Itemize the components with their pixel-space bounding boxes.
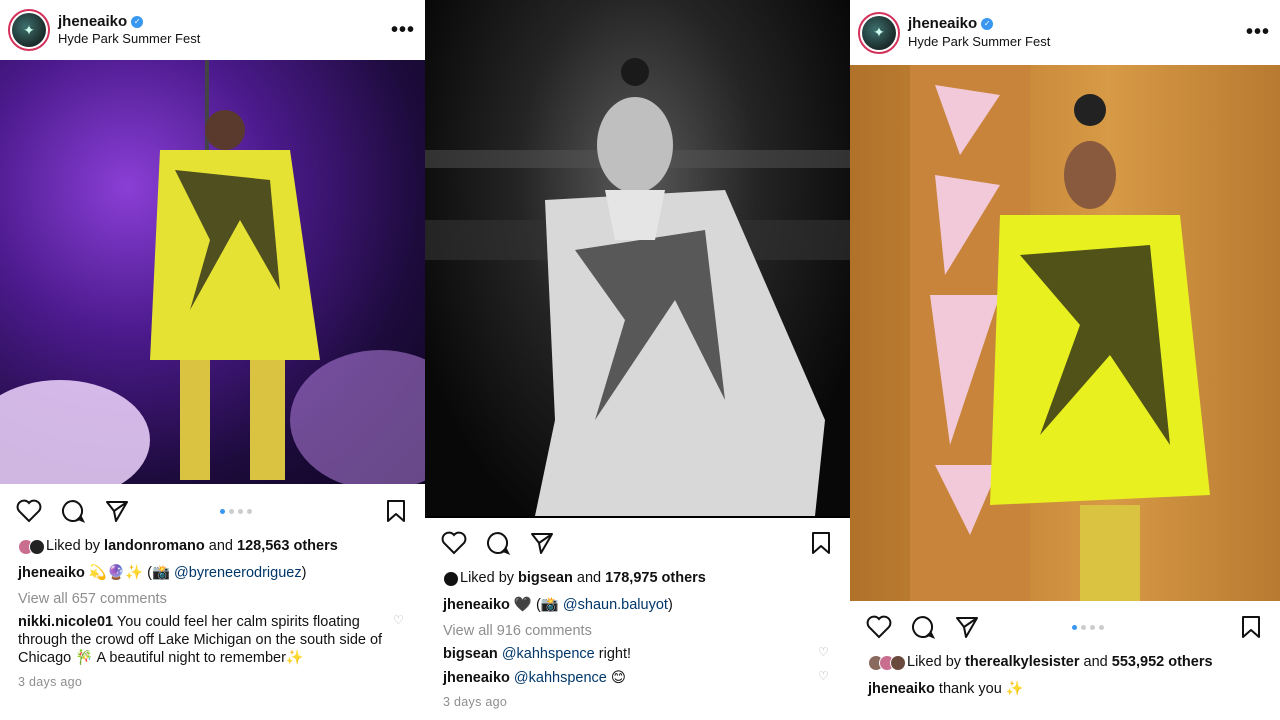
- others-count[interactable]: 178,975 others: [605, 570, 706, 586]
- liker-avatars: [868, 654, 906, 671]
- others-count[interactable]: 553,952 others: [1112, 654, 1213, 670]
- post-timestamp: 3 days ago: [443, 695, 508, 710]
- post-caption: jheneaiko 💫🔮✨ (📸 @byreneerodriguez): [18, 565, 307, 582]
- caption-mention[interactable]: @shaun.baluyot: [563, 597, 668, 613]
- carousel-dot: [1081, 624, 1086, 630]
- post-caption: jheneaiko 🖤 (📸 @shaun.baluyot): [443, 597, 673, 614]
- comment-mention[interactable]: @kahhspence: [514, 670, 607, 686]
- carousel-dot: [237, 508, 243, 514]
- star-icon: ✦: [862, 15, 896, 50]
- caption-mention[interactable]: @byreneerodriguez: [174, 565, 302, 581]
- post-photo[interactable]: [0, 60, 425, 484]
- more-options-button[interactable]: •••: [1246, 21, 1270, 44]
- post-info: Liked by landonromano and 128,563 others…: [0, 536, 425, 720]
- more-options-button[interactable]: •••: [391, 19, 415, 42]
- portrait-photo: [425, 58, 850, 516]
- comment-like-heart-icon[interactable]: ♡: [393, 613, 407, 628]
- comment-username[interactable]: nikki.nicole01: [18, 614, 113, 630]
- post-actions: [850, 602, 1280, 652]
- carousel-indicator: [148, 508, 323, 514]
- comment-text: right!: [598, 645, 632, 662]
- share-send-icon[interactable]: [954, 614, 980, 640]
- comment-item: bigsean @kahhspence right! ♡: [443, 645, 832, 663]
- comment-bubble-icon[interactable]: [60, 498, 86, 524]
- carousel-dot: [219, 508, 225, 514]
- carousel-dot: [228, 508, 234, 514]
- carousel-dot: [246, 508, 252, 514]
- caption-text: thank you ✨: [938, 681, 1024, 698]
- carousel-dot: [1072, 624, 1077, 630]
- bookmark-icon[interactable]: [383, 498, 409, 524]
- share-send-icon[interactable]: [104, 498, 130, 524]
- liker-username[interactable]: bigsean: [518, 570, 573, 586]
- location-link[interactable]: Hyde Park Summer Fest: [58, 31, 391, 47]
- comment-text: 😊: [610, 669, 626, 686]
- likes-summary[interactable]: Liked by landonromano and 128,563 others: [18, 538, 407, 555]
- like-heart-icon[interactable]: [441, 530, 467, 556]
- profile-avatar[interactable]: ✦: [858, 11, 900, 54]
- likes-summary[interactable]: Liked by bigsean and 178,975 others: [443, 570, 832, 587]
- post-info: Liked by therealkylesister and 553,952 o…: [850, 652, 1280, 720]
- caption-username[interactable]: jheneaiko: [868, 681, 935, 697]
- caption-text: 🖤 (📸: [513, 597, 559, 614]
- post-card-1: ✦ jheneaiko ✓ Hyde Park Summer Fest •••: [0, 0, 425, 720]
- post-actions: [0, 486, 425, 536]
- liker-username[interactable]: therealkylesister: [965, 654, 1079, 670]
- liker-avatars: [443, 570, 459, 587]
- post-info: Liked by bigsean and 178,975 others jhen…: [425, 568, 850, 720]
- like-heart-icon[interactable]: [16, 498, 42, 524]
- liker-avatar: [29, 539, 45, 555]
- caption-text: 💫🔮✨ (📸: [88, 565, 170, 582]
- username-link[interactable]: jheneaiko: [908, 15, 977, 34]
- location-link[interactable]: Hyde Park Summer Fest: [908, 34, 1246, 50]
- share-send-icon[interactable]: [529, 530, 555, 556]
- bookmark-icon[interactable]: [808, 530, 834, 556]
- star-icon: ✦: [12, 13, 46, 47]
- post-photo[interactable]: [425, 0, 850, 516]
- liker-avatar: [443, 571, 459, 587]
- post-header: ✦ jheneaiko ✓ Hyde Park Summer Fest •••: [850, 0, 1280, 65]
- carousel-indicator: [998, 624, 1178, 630]
- post-header: ✦ jheneaiko ✓ Hyde Park Summer Fest •••: [0, 0, 425, 60]
- comment-item: jheneaiko @kahhspence 😊 ♡: [443, 669, 832, 687]
- outfit-photo: [910, 65, 1210, 601]
- carousel-dot: [1099, 624, 1104, 630]
- liker-avatar: [890, 655, 906, 671]
- post-actions: [425, 518, 850, 568]
- comment-bubble-icon[interactable]: [910, 614, 936, 640]
- liker-username[interactable]: landonromano: [104, 538, 205, 554]
- post-card-3: ✦ jheneaiko ✓ Hyde Park Summer Fest •••: [850, 0, 1280, 720]
- carousel-dot: [1090, 624, 1095, 630]
- caption-username[interactable]: jheneaiko: [18, 565, 85, 581]
- post-card-2: Liked by bigsean and 178,975 others jhen…: [425, 0, 850, 720]
- verified-badge-icon: ✓: [131, 15, 144, 28]
- others-count[interactable]: 128,563 others: [237, 538, 338, 554]
- caption-username[interactable]: jheneaiko: [443, 597, 510, 613]
- like-heart-icon[interactable]: [866, 614, 892, 640]
- post-caption: jheneaiko thank you ✨: [868, 681, 1262, 698]
- comment-item: nikki.nicole01 You could feel her calm s…: [18, 613, 407, 667]
- profile-avatar[interactable]: ✦: [8, 9, 50, 51]
- view-all-comments-link[interactable]: View all 916 comments: [443, 623, 832, 639]
- post-timestamp: 3 days ago: [18, 675, 83, 690]
- comment-mention[interactable]: @kahhspence: [502, 646, 595, 662]
- comment-like-heart-icon[interactable]: ♡: [818, 669, 832, 684]
- username-link[interactable]: jheneaiko: [58, 13, 127, 32]
- performer-photo: [0, 60, 425, 484]
- post-photo[interactable]: [850, 65, 1280, 601]
- comment-username[interactable]: bigsean: [443, 646, 498, 662]
- view-all-comments-link[interactable]: View all 657 comments: [18, 591, 407, 607]
- likes-summary[interactable]: Liked by therealkylesister and 553,952 o…: [868, 654, 1262, 671]
- comment-username[interactable]: jheneaiko: [443, 670, 510, 686]
- comment-bubble-icon[interactable]: [485, 530, 511, 556]
- bookmark-icon[interactable]: [1238, 614, 1264, 640]
- verified-badge-icon: ✓: [981, 18, 994, 31]
- comment-like-heart-icon[interactable]: ♡: [818, 645, 832, 660]
- liker-avatars: [18, 538, 45, 555]
